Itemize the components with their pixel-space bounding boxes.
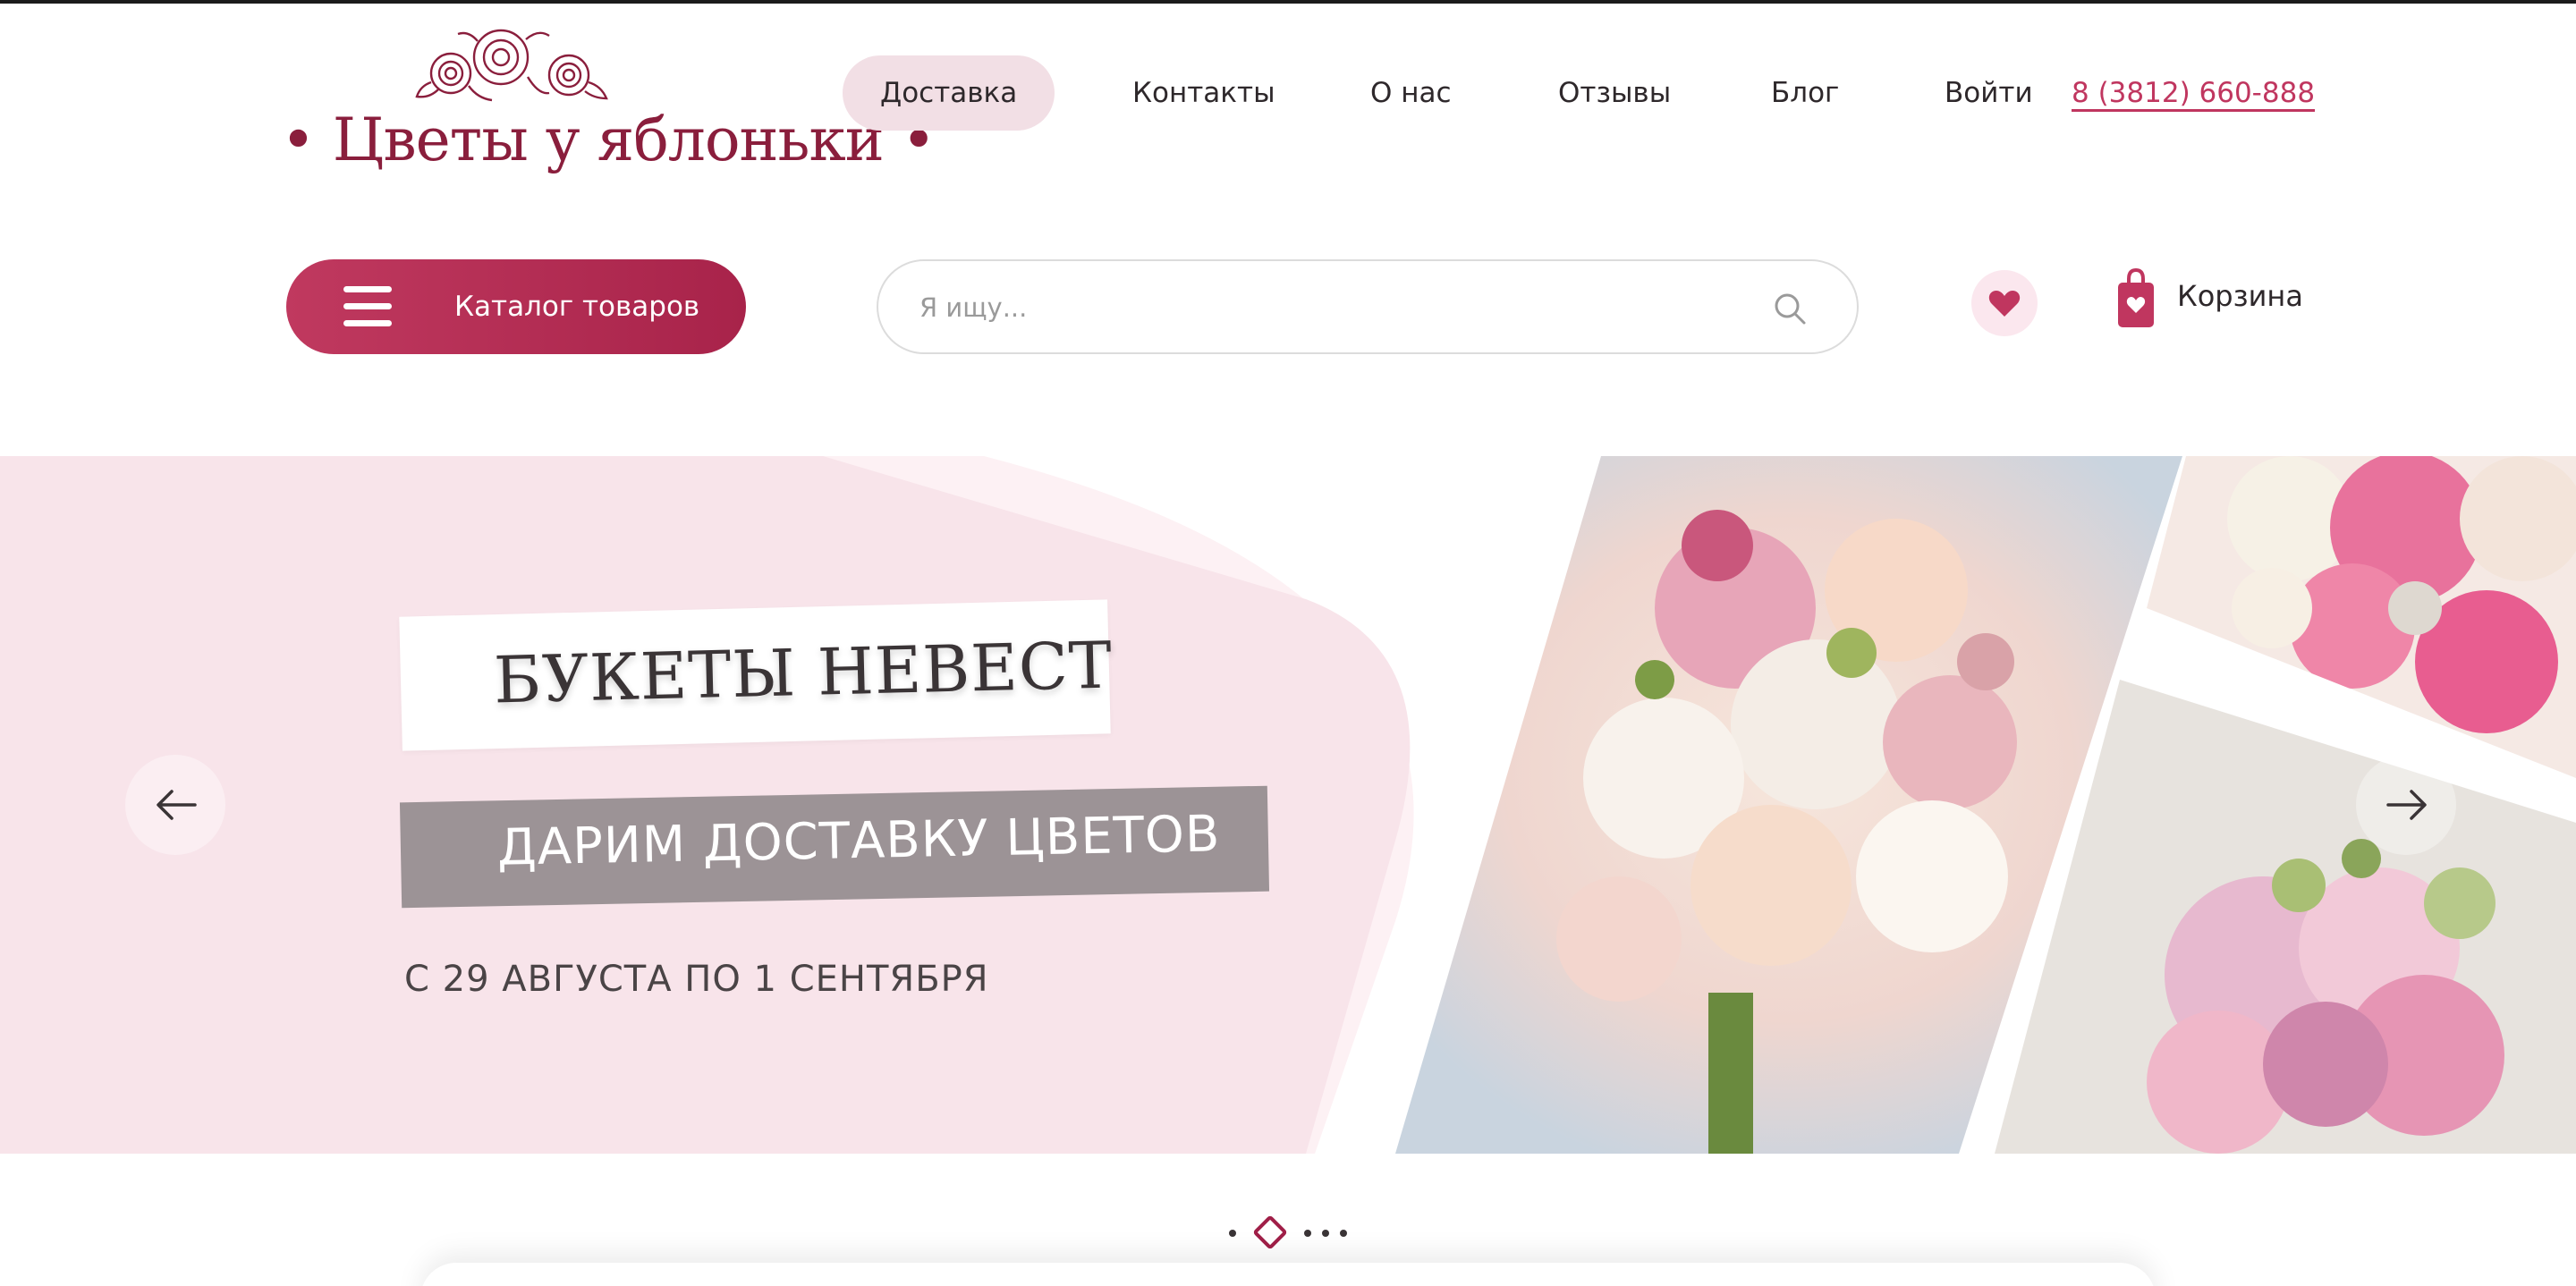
bouquet-photo-3 [1995, 680, 2576, 1154]
cart-label[interactable]: Корзина [2177, 279, 2303, 313]
logo-text: • Цветы у яблоньки • [281, 106, 936, 174]
favorites-button[interactable] [1971, 270, 2038, 336]
logo[interactable]: • Цветы у яблоньки • [281, 23, 936, 184]
catalog-label: Каталог товаров [454, 291, 700, 323]
hero-dates: С 29 АВГУСТА ПО 1 СЕНТЯБРЯ [404, 959, 989, 1000]
pager-dot-5[interactable] [1340, 1230, 1347, 1237]
next-slide-button[interactable] [2356, 755, 2456, 855]
arrow-right-icon [2386, 790, 2427, 820]
nav-login[interactable]: Войти [1945, 55, 2033, 131]
nav-about[interactable]: О нас [1370, 55, 1452, 131]
nav-blog[interactable]: Блог [1771, 55, 1839, 131]
prev-slide-button[interactable] [125, 755, 225, 855]
hero-slider: БУКЕТЫ НЕВЕСТ ДАРИМ ДОСТАВКУ ЦВЕТОВ С 29… [0, 456, 2576, 1154]
pager-dot-3[interactable] [1304, 1230, 1311, 1237]
arrow-left-icon [157, 790, 197, 820]
slider-pager [1225, 1214, 1360, 1252]
search-icon[interactable] [1773, 292, 1807, 326]
heart-icon [1988, 291, 2021, 317]
shopping-bag-icon[interactable] [2116, 268, 2156, 329]
top-border [0, 0, 2576, 4]
hero-title: БУКЕТЫ НЕВЕСТ [493, 627, 1114, 718]
nav-reviews[interactable]: Отзывы [1558, 55, 1671, 131]
pager-dot-active[interactable] [1252, 1214, 1288, 1250]
flowers-logo-icon [415, 29, 608, 102]
search-box[interactable] [877, 259, 1859, 354]
content-card-edge [420, 1263, 2156, 1286]
pager-dot-1[interactable] [1229, 1230, 1236, 1237]
pager-dot-4[interactable] [1322, 1230, 1329, 1237]
search-input[interactable] [919, 279, 1724, 336]
menu-icon [343, 286, 392, 327]
phone-link[interactable]: 8 (3812) 660-888 [2072, 55, 2315, 131]
catalog-button[interactable]: Каталог товаров [286, 259, 746, 354]
nav-contacts[interactable]: Контакты [1132, 55, 1275, 131]
nav-delivery[interactable]: Доставка [843, 55, 1055, 131]
